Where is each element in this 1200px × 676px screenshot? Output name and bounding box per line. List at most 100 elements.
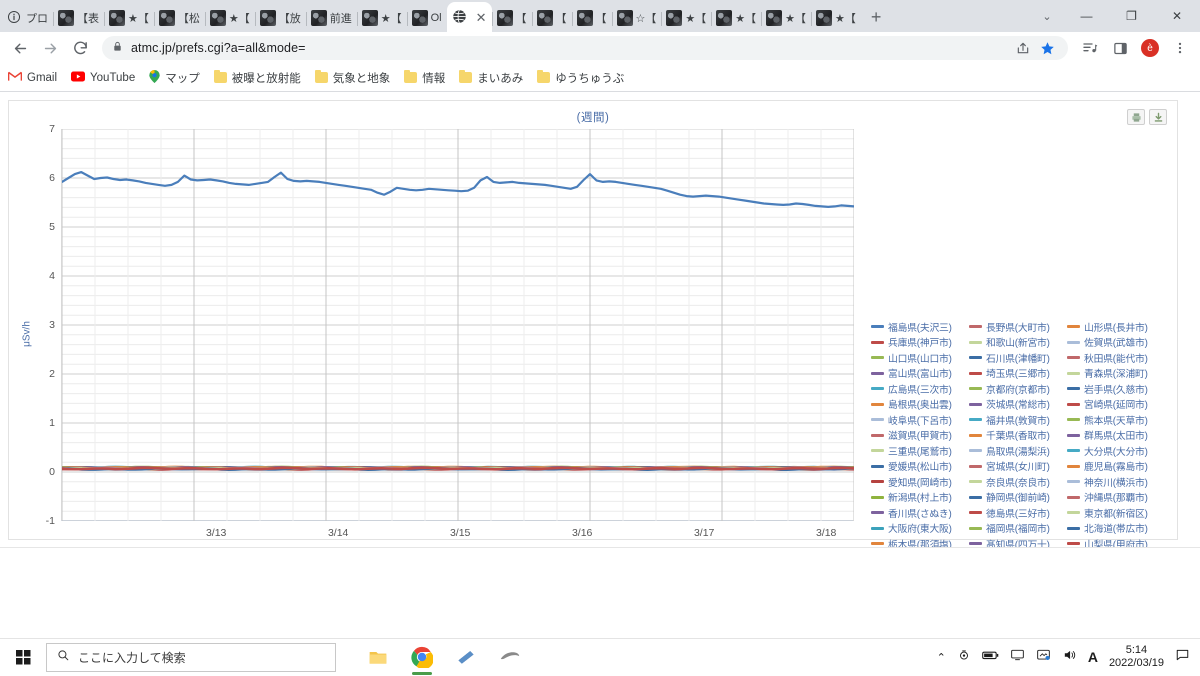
side-panel-icon[interactable] (1106, 34, 1134, 62)
legend-item[interactable]: 千葉県(香取市) (969, 428, 1065, 444)
close-tab-icon[interactable]: ✕ (476, 11, 487, 24)
legend-item[interactable]: 愛媛県(松山市) (871, 459, 967, 475)
browser-tab[interactable]: 【 (531, 4, 572, 32)
taskbar-clock[interactable]: 5:14 2022/03/19 (1109, 644, 1164, 670)
legend-item[interactable]: 奈良県(奈良市) (969, 474, 1065, 490)
browser-tab[interactable]: Ol (406, 4, 447, 32)
legend-item[interactable]: 佐賀県(武雄市) (1067, 335, 1163, 351)
legend-item[interactable]: 群馬県(太田市) (1067, 428, 1163, 444)
legend-item[interactable]: 山形県(長井市) (1067, 319, 1163, 335)
three-dot-menu-icon[interactable] (1166, 34, 1194, 62)
ime-icon[interactable]: A (1088, 649, 1098, 665)
bookmark-item[interactable]: マップ (149, 69, 200, 86)
browser-tab[interactable]: ★【 (356, 4, 407, 32)
minimize-button[interactable]: — (1064, 0, 1109, 32)
browser-tab[interactable]: ★【 (204, 4, 255, 32)
legend-item[interactable]: 北海道(帯広市) (1067, 521, 1163, 537)
browser-tab[interactable]: 【 (571, 4, 612, 32)
chrome-icon[interactable] (402, 639, 442, 676)
legend-item[interactable]: 鹿児島(霧島市) (1067, 459, 1163, 475)
browser-tab[interactable]: 【放 (254, 4, 306, 32)
bookmark-star-icon[interactable] (1036, 37, 1058, 59)
bookmark-item[interactable]: Gmail (7, 71, 57, 85)
legend-item[interactable]: 福井県(敦賀市) (969, 412, 1065, 428)
file-explorer-icon[interactable] (358, 639, 398, 676)
legend-item[interactable]: 神奈川(横浜市) (1067, 474, 1163, 490)
onedrive-icon[interactable] (1036, 648, 1051, 667)
volume-icon[interactable] (1062, 648, 1077, 667)
browser-tab[interactable]: プロ (2, 4, 53, 32)
media-control-icon[interactable] (1076, 34, 1104, 62)
legend-item[interactable]: 茨城県(常総市) (969, 397, 1065, 413)
bookmark-item[interactable]: YouTube (71, 71, 135, 85)
legend-item[interactable]: 徳島県(三好市) (969, 505, 1065, 521)
browser-tab[interactable]: 【表 (53, 4, 104, 32)
app-grey-icon[interactable] (490, 639, 530, 676)
browser-tab[interactable]: ★【 (661, 4, 711, 32)
legend-item[interactable]: 愛知県(岡崎市) (871, 474, 967, 490)
legend-item[interactable]: 島根県(奥出雲) (871, 397, 967, 413)
notification-icon[interactable] (1175, 648, 1190, 667)
browser-tab[interactable]: ★【 (761, 4, 811, 32)
browser-tab[interactable]: ☆【 (611, 4, 662, 32)
browser-tab[interactable]: 前進 (305, 4, 357, 32)
bookmark-item[interactable]: 被曝と放射能 (213, 70, 301, 86)
legend-item[interactable]: 岐阜県(下呂市) (871, 412, 967, 428)
close-window-button[interactable]: ✕ (1154, 0, 1200, 32)
bookmark-item[interactable]: ゆうちゅうぶ (537, 70, 624, 86)
legend-item[interactable]: 広島県(三次市) (871, 381, 967, 397)
browser-tab[interactable]: ★【 (711, 4, 761, 32)
legend-item[interactable]: 宮崎県(延岡市) (1067, 397, 1163, 413)
browser-tab[interactable]: ★【 (811, 4, 861, 32)
legend-item[interactable]: 兵庫県(神戸市) (871, 335, 967, 351)
display-icon[interactable] (1010, 648, 1025, 667)
profile-avatar[interactable]: è (1136, 34, 1164, 62)
show-hidden-icons[interactable]: ⌃ (937, 651, 946, 664)
legend-item[interactable]: 大阪府(東大阪) (871, 521, 967, 537)
bookmark-item[interactable]: まいあみ (459, 70, 523, 86)
legend-item[interactable]: 岩手県(久慈市) (1067, 381, 1163, 397)
browser-tab[interactable]: ★【 (104, 4, 154, 32)
legend-item[interactable]: 滋賀県(甲賀市) (871, 428, 967, 444)
start-button[interactable] (0, 639, 46, 676)
legend-item[interactable]: 静岡県(御前崎) (969, 490, 1065, 506)
browser-tab[interactable]: ✕ (446, 2, 492, 32)
legend-item[interactable]: 青森県(深浦町) (1067, 366, 1163, 382)
print-icon[interactable] (1127, 109, 1145, 125)
back-button[interactable] (6, 34, 34, 62)
legend-item[interactable]: 大分県(大分市) (1067, 443, 1163, 459)
legend-item[interactable]: 熊本県(天草市) (1067, 412, 1163, 428)
forward-button[interactable] (36, 34, 64, 62)
tab-search-button[interactable]: ⌄ (1030, 0, 1064, 32)
bookmark-item[interactable]: 情報 (404, 70, 445, 86)
legend-item[interactable]: 沖縄県(那覇市) (1067, 490, 1163, 506)
legend-item[interactable]: 三重県(尾鷲市) (871, 443, 967, 459)
download-icon[interactable] (1149, 109, 1167, 125)
taskbar-search-box[interactable]: ここに入力して検索 (46, 642, 336, 672)
legend-item[interactable]: 東京都(新宿区) (1067, 505, 1163, 521)
legend-item[interactable]: 埼玉県(三郷市) (969, 366, 1065, 382)
legend-item[interactable]: 富山県(富山市) (871, 366, 967, 382)
legend-item[interactable]: 新潟県(村上市) (871, 490, 967, 506)
legend-item[interactable]: 福島県(夫沢三) (871, 319, 967, 335)
legend-item[interactable]: 長野県(大町市) (969, 319, 1065, 335)
legend-item[interactable]: 和歌山(新宮市) (969, 335, 1065, 351)
legend-item[interactable]: 鳥取県(湯梨浜) (969, 443, 1065, 459)
legend-item[interactable]: 石川県(津幡町) (969, 350, 1065, 366)
legend-item[interactable]: 福岡県(福岡市) (969, 521, 1065, 537)
battery-icon[interactable] (981, 648, 999, 666)
legend-item[interactable]: 秋田県(能代市) (1067, 350, 1163, 366)
share-icon[interactable] (1012, 37, 1034, 59)
bookmark-item[interactable]: 気象と地象 (314, 70, 390, 86)
camera-icon[interactable] (957, 648, 971, 667)
new-tab-button[interactable]: + (861, 7, 892, 32)
browser-tab[interactable]: 【松 (153, 4, 205, 32)
legend-item[interactable]: 香川県(さぬき) (871, 505, 967, 521)
reload-button[interactable] (66, 34, 94, 62)
app-blue-icon[interactable] (446, 639, 486, 676)
legend-item[interactable]: 山口県(山口市) (871, 350, 967, 366)
address-bar[interactable]: atmc.jp/prefs.cgi?a=all&mode= (102, 36, 1068, 60)
maximize-button[interactable]: ❐ (1109, 0, 1154, 32)
browser-tab[interactable]: 【 (491, 4, 532, 32)
legend-item[interactable]: 宮城県(女川町) (969, 459, 1065, 475)
